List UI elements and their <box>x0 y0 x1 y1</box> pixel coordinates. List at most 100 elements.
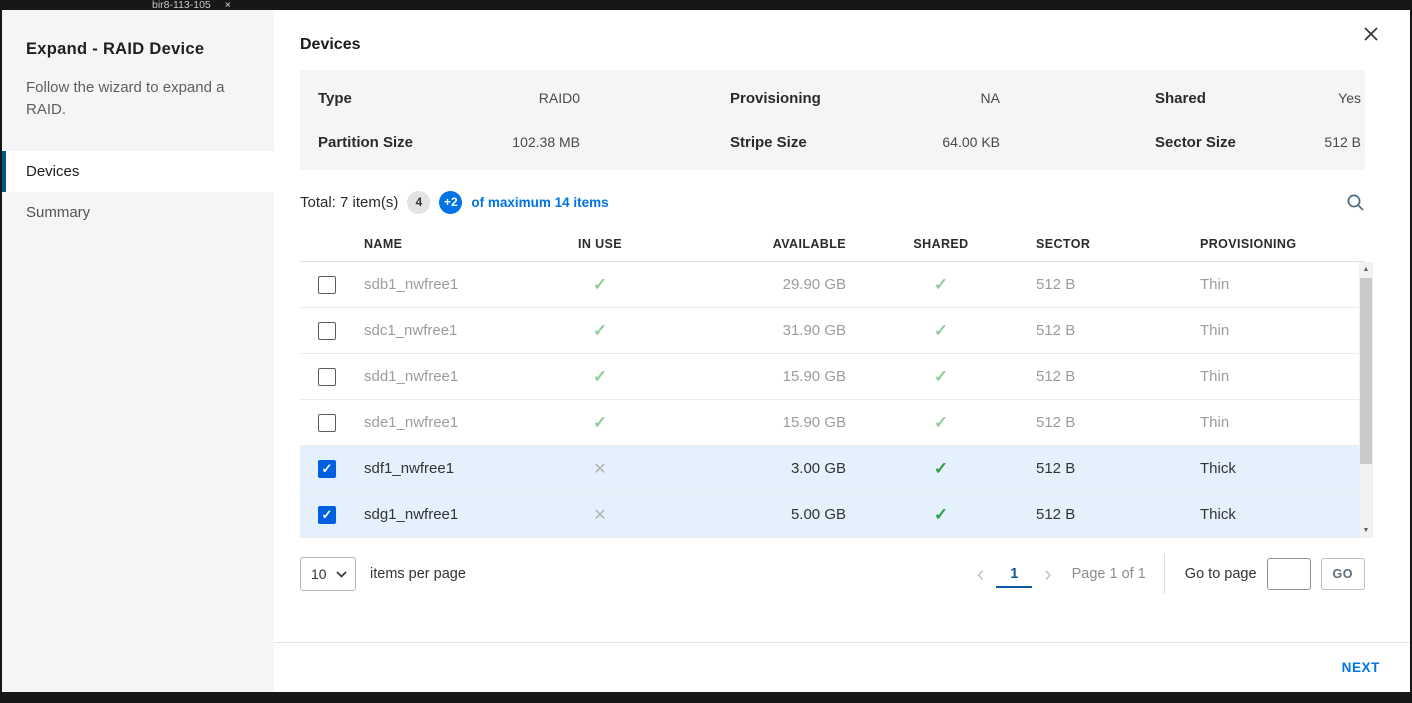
checkbox-cell <box>300 276 364 294</box>
row-checkbox[interactable] <box>318 368 336 386</box>
sector-value: 512 B <box>1036 414 1200 431</box>
shared-checkmark-icon: ✓ <box>846 413 1036 433</box>
next-page-icon[interactable]: › <box>1036 563 1059 585</box>
summary-field: Partition Size 102.38 MB <box>300 120 655 164</box>
sector-value: 512 B <box>1036 506 1200 523</box>
row-checkbox[interactable] <box>318 414 336 432</box>
available-value: 31.90 GB <box>656 322 846 339</box>
go-to-page-group: Go to page GO <box>1185 558 1365 590</box>
summary-field: Stripe Size64.00 KB <box>655 120 1010 164</box>
go-to-page-input[interactable] <box>1267 558 1311 590</box>
column-header-in-use: IN USE <box>544 237 656 251</box>
devices-table: NAMEIN USEAVAILABLESHAREDSECTORPROVISION… <box>300 226 1365 538</box>
close-icon[interactable] <box>1360 23 1382 45</box>
dialog-content: Devices TypeRAID0ProvisioningNASharedYes… <box>274 10 1410 692</box>
added-count-badge: +2 <box>439 191 462 214</box>
table-row[interactable]: ✓sdf1_nwfree1✕3.00 GB✓512 BThick <box>300 446 1365 492</box>
in-use-x-icon: ✕ <box>544 505 656 525</box>
summary-field-label: Shared <box>1155 90 1206 107</box>
device-name: sdc1_nwfree1 <box>364 322 544 339</box>
go-to-page-label: Go to page <box>1185 566 1257 582</box>
summary-field-label: Partition Size <box>318 134 413 151</box>
shared-checkmark-icon: ✓ <box>846 321 1036 341</box>
column-header-provisioning: PROVISIONING <box>1200 237 1365 251</box>
checkbox-cell: ✓ <box>300 460 364 478</box>
sector-value: 512 B <box>1036 460 1200 477</box>
in-use-checkmark-icon: ✓ <box>544 413 656 433</box>
background-tab[interactable]: bir8-113-105 × <box>152 0 231 10</box>
wizard-steps: DevicesSummary <box>2 151 274 233</box>
provisioning-value: Thin <box>1200 414 1365 431</box>
items-per-page-select[interactable]: 10 <box>300 557 356 591</box>
background-tab-close-icon[interactable]: × <box>225 0 231 10</box>
existing-count-badge: 4 <box>407 191 430 214</box>
available-value: 5.00 GB <box>656 506 846 523</box>
summary-field-value: Yes <box>1338 90 1361 106</box>
device-summary-panel: TypeRAID0ProvisioningNASharedYesPartitio… <box>300 70 1365 170</box>
scrollbar-up-icon[interactable]: ▲ <box>1359 262 1373 277</box>
row-checkbox[interactable] <box>318 322 336 340</box>
sector-value: 512 B <box>1036 368 1200 385</box>
summary-field-value: 64.00 KB <box>942 134 1000 150</box>
available-value: 15.90 GB <box>656 414 846 431</box>
scrollbar-thumb[interactable] <box>1360 278 1372 464</box>
table-row[interactable]: sdb1_nwfree1✓29.90 GB✓512 BThin <box>300 262 1365 308</box>
chevron-down-icon <box>336 571 347 578</box>
device-name: sdf1_nwfree1 <box>364 460 544 477</box>
column-header-name: NAME <box>364 237 544 251</box>
pagination-bar: 10 items per page ‹ 1 › Page 1 of 1 Go t… <box>300 554 1365 594</box>
summary-field-label: Type <box>318 90 352 107</box>
in-use-checkmark-icon: ✓ <box>544 367 656 387</box>
row-checkbox[interactable] <box>318 276 336 294</box>
total-bar: Total: 7 item(s) 4 +2 of maximum 14 item… <box>300 188 1365 216</box>
table-row[interactable]: sdd1_nwfree1✓15.90 GB✓512 BThin <box>300 354 1365 400</box>
checkbox-cell <box>300 368 364 386</box>
in-use-checkmark-icon: ✓ <box>544 275 656 295</box>
summary-field-label: Sector Size <box>1155 134 1236 151</box>
available-value: 29.90 GB <box>656 276 846 293</box>
shared-checkmark-icon: ✓ <box>846 275 1036 295</box>
search-icon[interactable] <box>1346 193 1365 212</box>
table-row[interactable]: sdc1_nwfree1✓31.90 GB✓512 BThin <box>300 308 1365 354</box>
device-name: sdg1_nwfree1 <box>364 506 544 523</box>
prev-page-icon[interactable]: ‹ <box>969 563 992 585</box>
summary-field-value: NA <box>981 90 1000 106</box>
total-count-text: Total: 7 item(s) <box>300 194 398 211</box>
column-header-shared: SHARED <box>846 237 1036 251</box>
next-button[interactable]: NEXT <box>1342 660 1380 675</box>
provisioning-value: Thin <box>1200 322 1365 339</box>
wizard-description: Follow the wizard to expand a RAID. <box>26 77 241 121</box>
device-name: sde1_nwfree1 <box>364 414 544 431</box>
provisioning-value: Thin <box>1200 368 1365 385</box>
scrollbar-down-icon[interactable]: ▼ <box>1359 523 1373 538</box>
wizard-step-summary[interactable]: Summary <box>2 192 274 233</box>
current-page[interactable]: 1 <box>996 560 1032 588</box>
summary-field-value: 512 B <box>1324 134 1361 150</box>
max-items-text: of maximum 14 items <box>471 195 608 210</box>
table-scrollbar[interactable]: ▲ ▼ <box>1359 262 1373 538</box>
table-header-row: NAMEIN USEAVAILABLESHAREDSECTORPROVISION… <box>300 226 1365 262</box>
sector-value: 512 B <box>1036 276 1200 293</box>
table-row[interactable]: sde1_nwfree1✓15.90 GB✓512 BThin <box>300 400 1365 446</box>
page-info-text: Page 1 of 1 <box>1072 566 1146 582</box>
table-body: sdb1_nwfree1✓29.90 GB✓512 BThinsdc1_nwfr… <box>300 262 1365 538</box>
checkbox-cell <box>300 322 364 340</box>
row-checkbox[interactable]: ✓ <box>318 506 336 524</box>
in-use-x-icon: ✕ <box>544 459 656 479</box>
summary-field-value: 102.38 MB <box>512 134 580 150</box>
expand-raid-wizard-dialog: Expand - RAID Device Follow the wizard t… <box>2 10 1410 692</box>
background-window: bir8-113-105 × <box>0 0 1412 10</box>
provisioning-value: Thin <box>1200 276 1365 293</box>
checkbox-cell: ✓ <box>300 506 364 524</box>
row-checkbox[interactable]: ✓ <box>318 460 336 478</box>
column-header-available: AVAILABLE <box>656 237 846 251</box>
table-row[interactable]: ✓sdg1_nwfree1✕5.00 GB✓512 BThick <box>300 492 1365 538</box>
summary-field-value: RAID0 <box>539 90 580 106</box>
wizard-step-devices[interactable]: Devices <box>2 151 274 192</box>
in-use-checkmark-icon: ✓ <box>544 321 656 341</box>
page-navigation: ‹ 1 › Page 1 of 1 <box>969 560 1164 588</box>
summary-field: Sector Size 512 B <box>1010 120 1365 164</box>
go-button[interactable]: GO <box>1321 558 1365 590</box>
available-value: 15.90 GB <box>656 368 846 385</box>
page-title: Devices <box>300 36 1365 54</box>
